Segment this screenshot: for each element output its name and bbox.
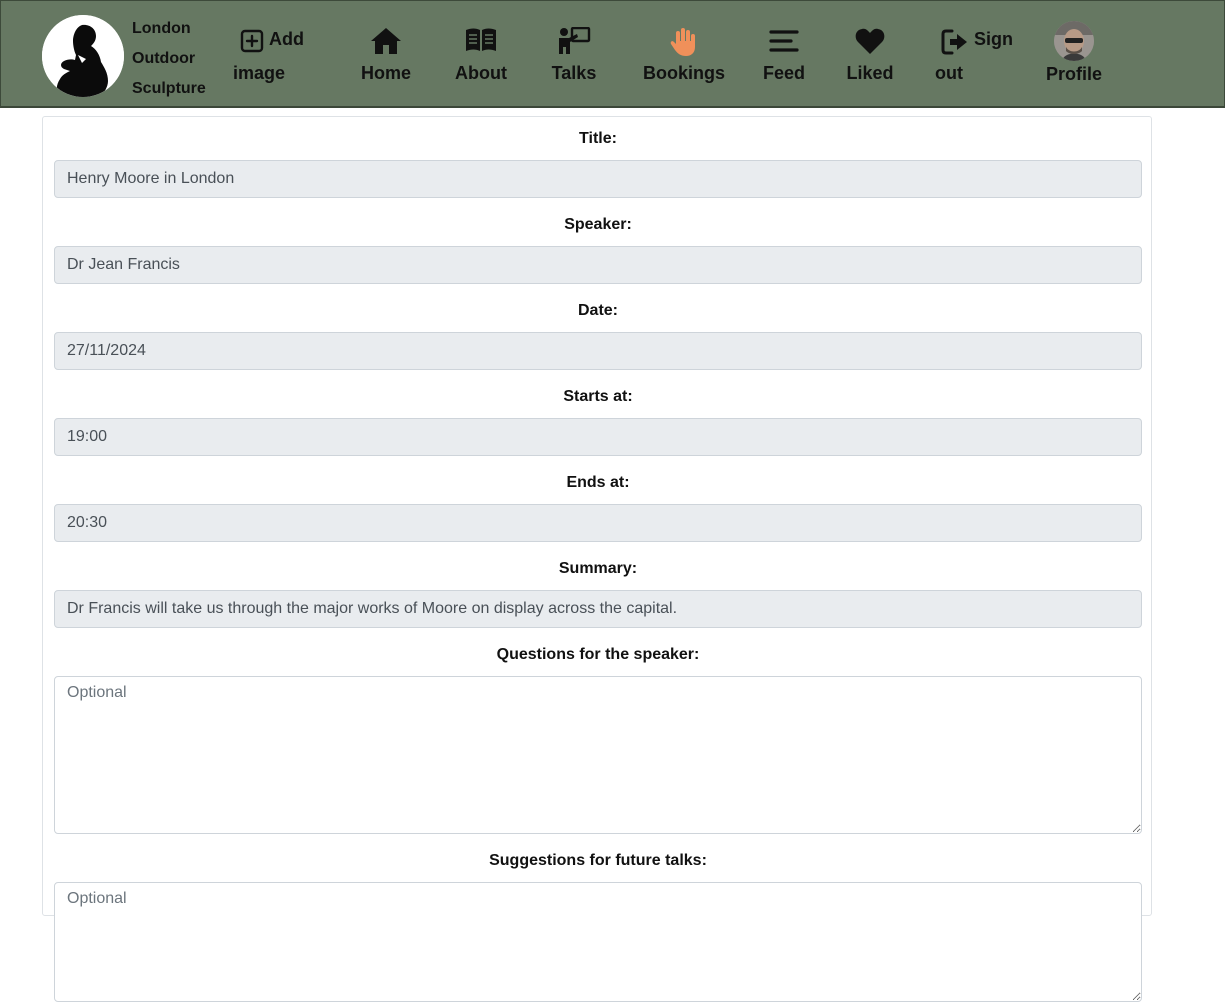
summary-field: Dr Francis will take us through the majo… [54,590,1142,628]
questions-textarea[interactable] [54,676,1142,834]
nav-sign-out-label-1: Sign [974,29,1013,49]
nav-talks-label: Talks [551,63,597,83]
talk-booking-form: Title: Henry Moore in London Speaker: Dr… [42,116,1152,1002]
nav-profile[interactable]: Profile [1041,21,1107,87]
presenter-icon [557,27,591,55]
raised-hand-icon [670,27,698,57]
nav-home-label: Home [360,63,411,83]
home-icon [370,27,402,55]
nav-feed[interactable]: Feed [751,27,817,87]
starts-at-label: Starts at: [563,388,633,405]
heart-icon [855,27,885,55]
nav-add-image-label-1: Add [269,29,304,49]
navbar: London Outdoor Sculpture Add image Home [0,0,1225,108]
brand-line-2: Outdoor [132,50,196,67]
title-label: Title: [579,130,617,147]
title-field: Henry Moore in London [54,160,1142,198]
nav-add-image-label-2: image [233,63,286,83]
date-field: 27/11/2024 [54,332,1142,370]
speaker-label: Speaker: [564,216,632,233]
ends-at-label: Ends at: [566,474,630,491]
logo-thinker-icon [42,15,124,97]
ends-at-field: 20:30 [54,504,1142,542]
date-label: Date: [577,302,618,319]
nav-add-image[interactable]: Add image [233,27,323,87]
avatar [1054,21,1094,61]
nav-profile-label: Profile [1045,64,1102,84]
nav-liked-label: Liked [846,63,894,83]
nav-home[interactable]: Home [353,27,419,87]
nav-feed-label: Feed [762,63,805,83]
plus-square-icon [240,29,264,53]
open-book-icon [465,27,497,53]
nav-bookings-label: Bookings [642,63,725,83]
nav-about[interactable]: About [448,27,514,87]
questions-label: Questions for the speaker: [496,646,700,663]
sign-out-icon [941,29,969,55]
nav-liked[interactable]: Liked [837,27,903,87]
speaker-field: Dr Jean Francis [54,246,1142,284]
summary-label: Summary: [558,560,638,577]
nav-sign-out[interactable]: Sign out [935,27,1025,87]
stream-lines-icon [769,27,799,55]
suggestions-label: Suggestions for future talks: [489,852,707,869]
brand-link[interactable]: London Outdoor Sculpture [42,14,212,98]
brand-name: London Outdoor Sculpture [132,14,222,104]
brand-line-1: London [132,20,191,37]
suggestions-textarea[interactable] [54,882,1142,1002]
brand-line-3: Sculpture [132,80,206,97]
nav-sign-out-label-2: out [935,63,963,83]
nav-about-label: About [455,63,507,83]
nav-bookings[interactable]: Bookings [637,27,731,87]
nav-talks[interactable]: Talks [541,27,607,87]
starts-at-field: 19:00 [54,418,1142,456]
